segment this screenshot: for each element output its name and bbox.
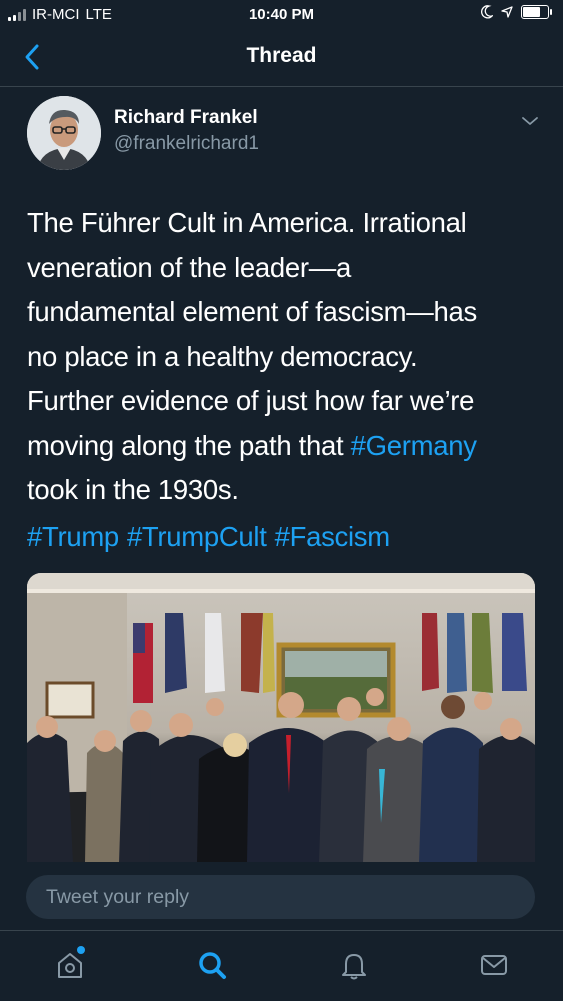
author-handle[interactable]: @frankelrichard1 [114, 133, 259, 155]
avatar-portrait [27, 96, 101, 170]
tweet-line: The Führer Cult in America. Irrational [27, 207, 467, 238]
notifications-icon[interactable] [338, 949, 370, 981]
hashtag-trump-link[interactable]: #Trump [27, 521, 119, 552]
reply-input[interactable]: Tweet your reply [26, 875, 535, 919]
hashtag-row: #Trump #TrumpCult #Fascism [27, 521, 398, 553]
tweet-line: veneration of the leader—a [27, 251, 351, 283]
tweet-line: no place in a healthy democracy. [27, 340, 418, 372]
messages-icon[interactable] [478, 949, 510, 981]
battery-icon [521, 5, 552, 19]
search-icon[interactable] [196, 949, 228, 981]
nav-bar: Thread [0, 30, 563, 87]
hashtag-germany-link[interactable]: #Germany [351, 430, 477, 461]
photo-scene [27, 573, 535, 863]
battery-fill [523, 7, 540, 17]
new-content-dot [77, 946, 85, 954]
location-icon [501, 6, 513, 18]
status-time: 10:40 PM [248, 6, 315, 23]
author-name[interactable]: Richard Frankel [114, 107, 258, 129]
tweet-photo[interactable] [27, 573, 535, 863]
chevron-down-icon[interactable] [518, 109, 542, 133]
hashtag-trumpcult-link[interactable]: #TrumpCult [127, 521, 267, 552]
tweet-line: Further evidence of just how far we’re [27, 385, 475, 416]
tweet-line: took in the 1930s. [27, 474, 239, 505]
tab-bar [0, 930, 563, 1001]
hashtag-fascism-link[interactable]: #Fascism [275, 521, 391, 552]
status-right [481, 5, 552, 19]
tweet-line: fundamental element of fascism—has [27, 296, 477, 327]
status-bar: IR-MCI LTE 10:40 PM [0, 0, 563, 30]
tweet-text: The Führer Cult in America. Irrational v… [27, 201, 542, 513]
page-title: Thread [246, 44, 317, 67]
moon-icon [481, 5, 493, 19]
reply-bar: Tweet your reply [0, 862, 563, 926]
avatar[interactable] [27, 96, 101, 170]
tweet-line: moving along the path that #Germany [27, 424, 542, 469]
tweet-line-text: moving along the path that [27, 429, 351, 461]
